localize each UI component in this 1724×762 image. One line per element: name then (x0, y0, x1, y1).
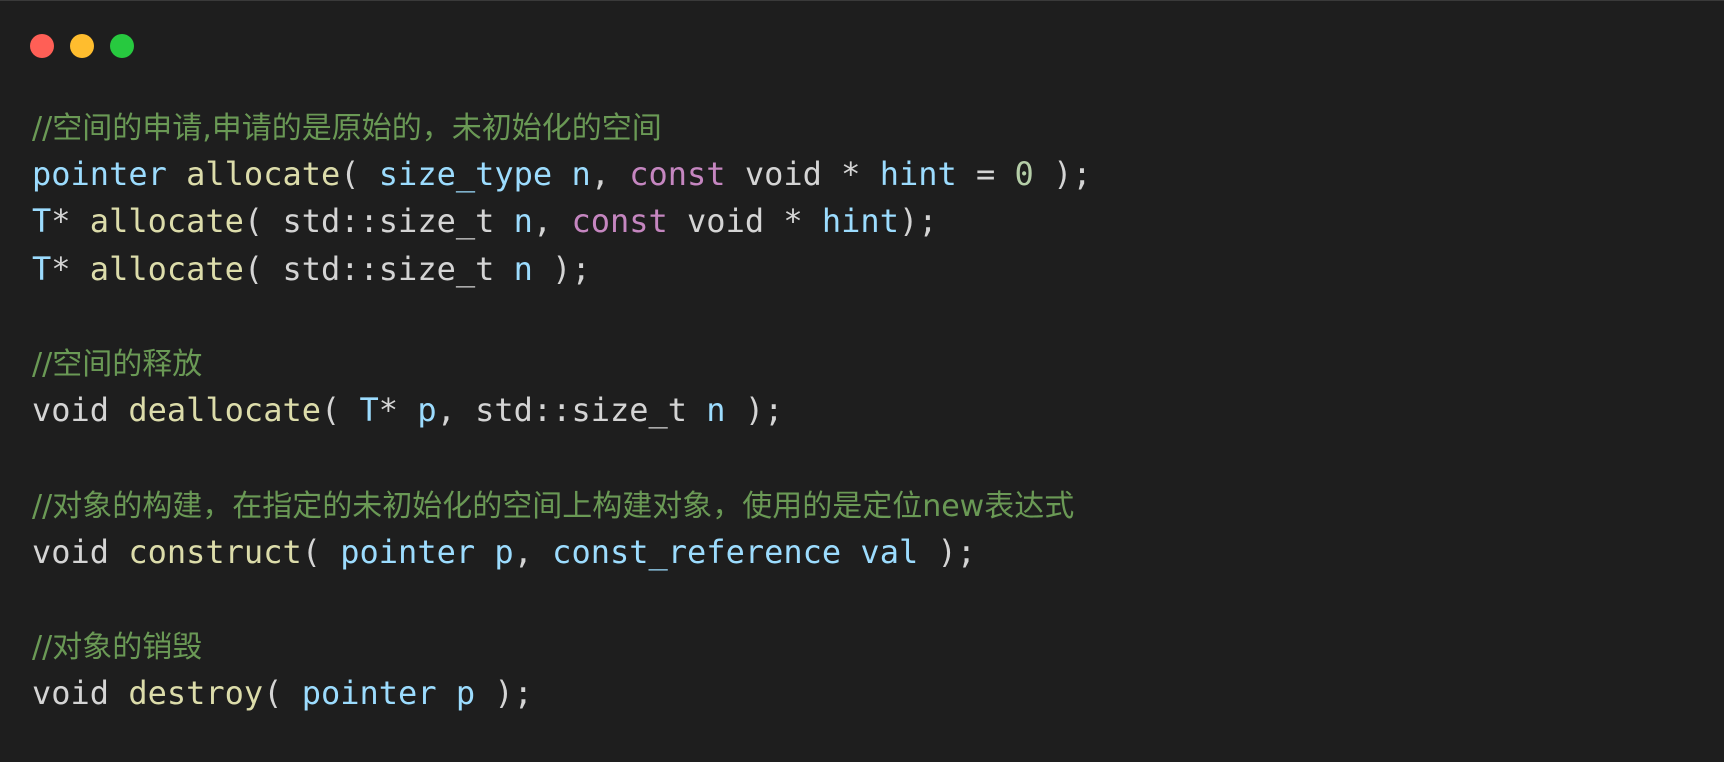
code-token-type: pointer (340, 532, 476, 571)
code-line: void deallocate( T* p, std::size_t n ); (32, 387, 1092, 434)
code-token-type: T (32, 202, 52, 241)
code-block: //空间的申请,申请的是原始的，未初始化的空间 pointer allocate(… (32, 104, 1092, 717)
code-token-function: allocate (89, 249, 244, 288)
code-window: //空间的申请,申请的是原始的，未初始化的空间 pointer allocate(… (0, 0, 1724, 762)
code-comment-line: //对象的构建，在指定的未初始化的空间上构建对象，使用的是定位new表达式 (32, 482, 1092, 529)
code-token-type: p (455, 674, 476, 713)
code-token-type: n (513, 249, 533, 288)
code-token-type: p (494, 532, 514, 571)
code-token-function: allocate (89, 202, 244, 241)
code-token-type: n (513, 202, 533, 241)
code-token-plain: ); (918, 532, 977, 571)
code-line: T* allocate( std::size_t n, const void *… (32, 198, 1092, 245)
code-token-type: size_type (378, 155, 553, 194)
code-token-plain: * (51, 249, 90, 288)
code-token-plain: , (532, 202, 572, 241)
code-token-type: pointer (32, 155, 167, 194)
code-line: pointer allocate( size_type n, const voi… (32, 151, 1092, 198)
code-token-plain: void (32, 391, 129, 430)
code-token-plain: ( (301, 532, 341, 571)
code-comment-line: //空间的申请,申请的是原始的，未初始化的空间 (32, 104, 1092, 151)
code-token-plain: = (956, 155, 1015, 194)
code-token-plain: ); (1033, 155, 1092, 194)
code-token-type: n (571, 155, 591, 194)
code-token-keyword: const (571, 202, 668, 241)
code-token-plain: void (32, 532, 129, 571)
code-token-plain: ); (532, 249, 591, 288)
code-token-comment: //空间的申请,申请的是原始的，未初始化的空间 (32, 111, 662, 146)
code-token-comment: //空间的释放 (32, 346, 203, 382)
code-token-plain: ( std::size_t (243, 249, 514, 288)
code-token-plain: void (32, 674, 129, 713)
code-token-function: construct (128, 532, 302, 571)
code-token-plain: void * (725, 155, 880, 194)
code-token-plain: ( (263, 674, 302, 713)
code-token-plain: void * (667, 202, 822, 241)
code-token-type: hint (879, 155, 957, 194)
code-token-number: 0 (1014, 155, 1034, 194)
window-controls (30, 34, 134, 58)
code-token-plain: , (590, 155, 630, 194)
code-line: T* allocate( std::size_t n ); (32, 246, 1092, 293)
code-token-type: T (359, 391, 379, 430)
code-token-plain: ( std::size_t (243, 202, 514, 241)
code-token-type: pointer (301, 674, 437, 713)
code-token-type: p (417, 391, 437, 430)
code-token-plain: , (513, 532, 553, 571)
code-token-plain: ( (340, 155, 379, 194)
code-token-plain: * (378, 391, 418, 430)
code-token-type: hint (821, 202, 899, 241)
code-comment-line: //对象的销毁 (32, 623, 1092, 670)
code-token-function: deallocate (128, 391, 321, 430)
code-token-comment: //对象的构建，在指定的未初始化的空间上构建对象，使用的是定位new表达式 (32, 488, 1075, 524)
code-line: void destroy( pointer p ); (32, 670, 1092, 717)
code-comment-line: //空间的释放 (32, 340, 1092, 387)
code-token-type: val (860, 532, 919, 571)
code-token-function: destroy (128, 674, 264, 713)
code-token-plain: ); (475, 674, 533, 713)
code-token-keyword: const (629, 155, 726, 194)
maximize-button[interactable] (110, 34, 134, 58)
code-token-comment: //对象的销毁 (32, 630, 203, 666)
code-token-plain: , std::size_t (436, 391, 707, 430)
code-line: void construct( pointer p, const_referen… (32, 529, 1092, 576)
code-token-plain: ); (898, 202, 938, 241)
code-token-plain: ); (725, 391, 784, 430)
code-token-type: const_reference (552, 532, 842, 571)
code-token-plain: ( (320, 391, 360, 430)
code-token-function: allocate (186, 155, 341, 194)
close-button[interactable] (30, 34, 54, 58)
code-token-plain: * (51, 202, 90, 241)
code-token-type: T (32, 249, 52, 288)
code-token-type: n (706, 391, 726, 430)
minimize-button[interactable] (70, 34, 94, 58)
